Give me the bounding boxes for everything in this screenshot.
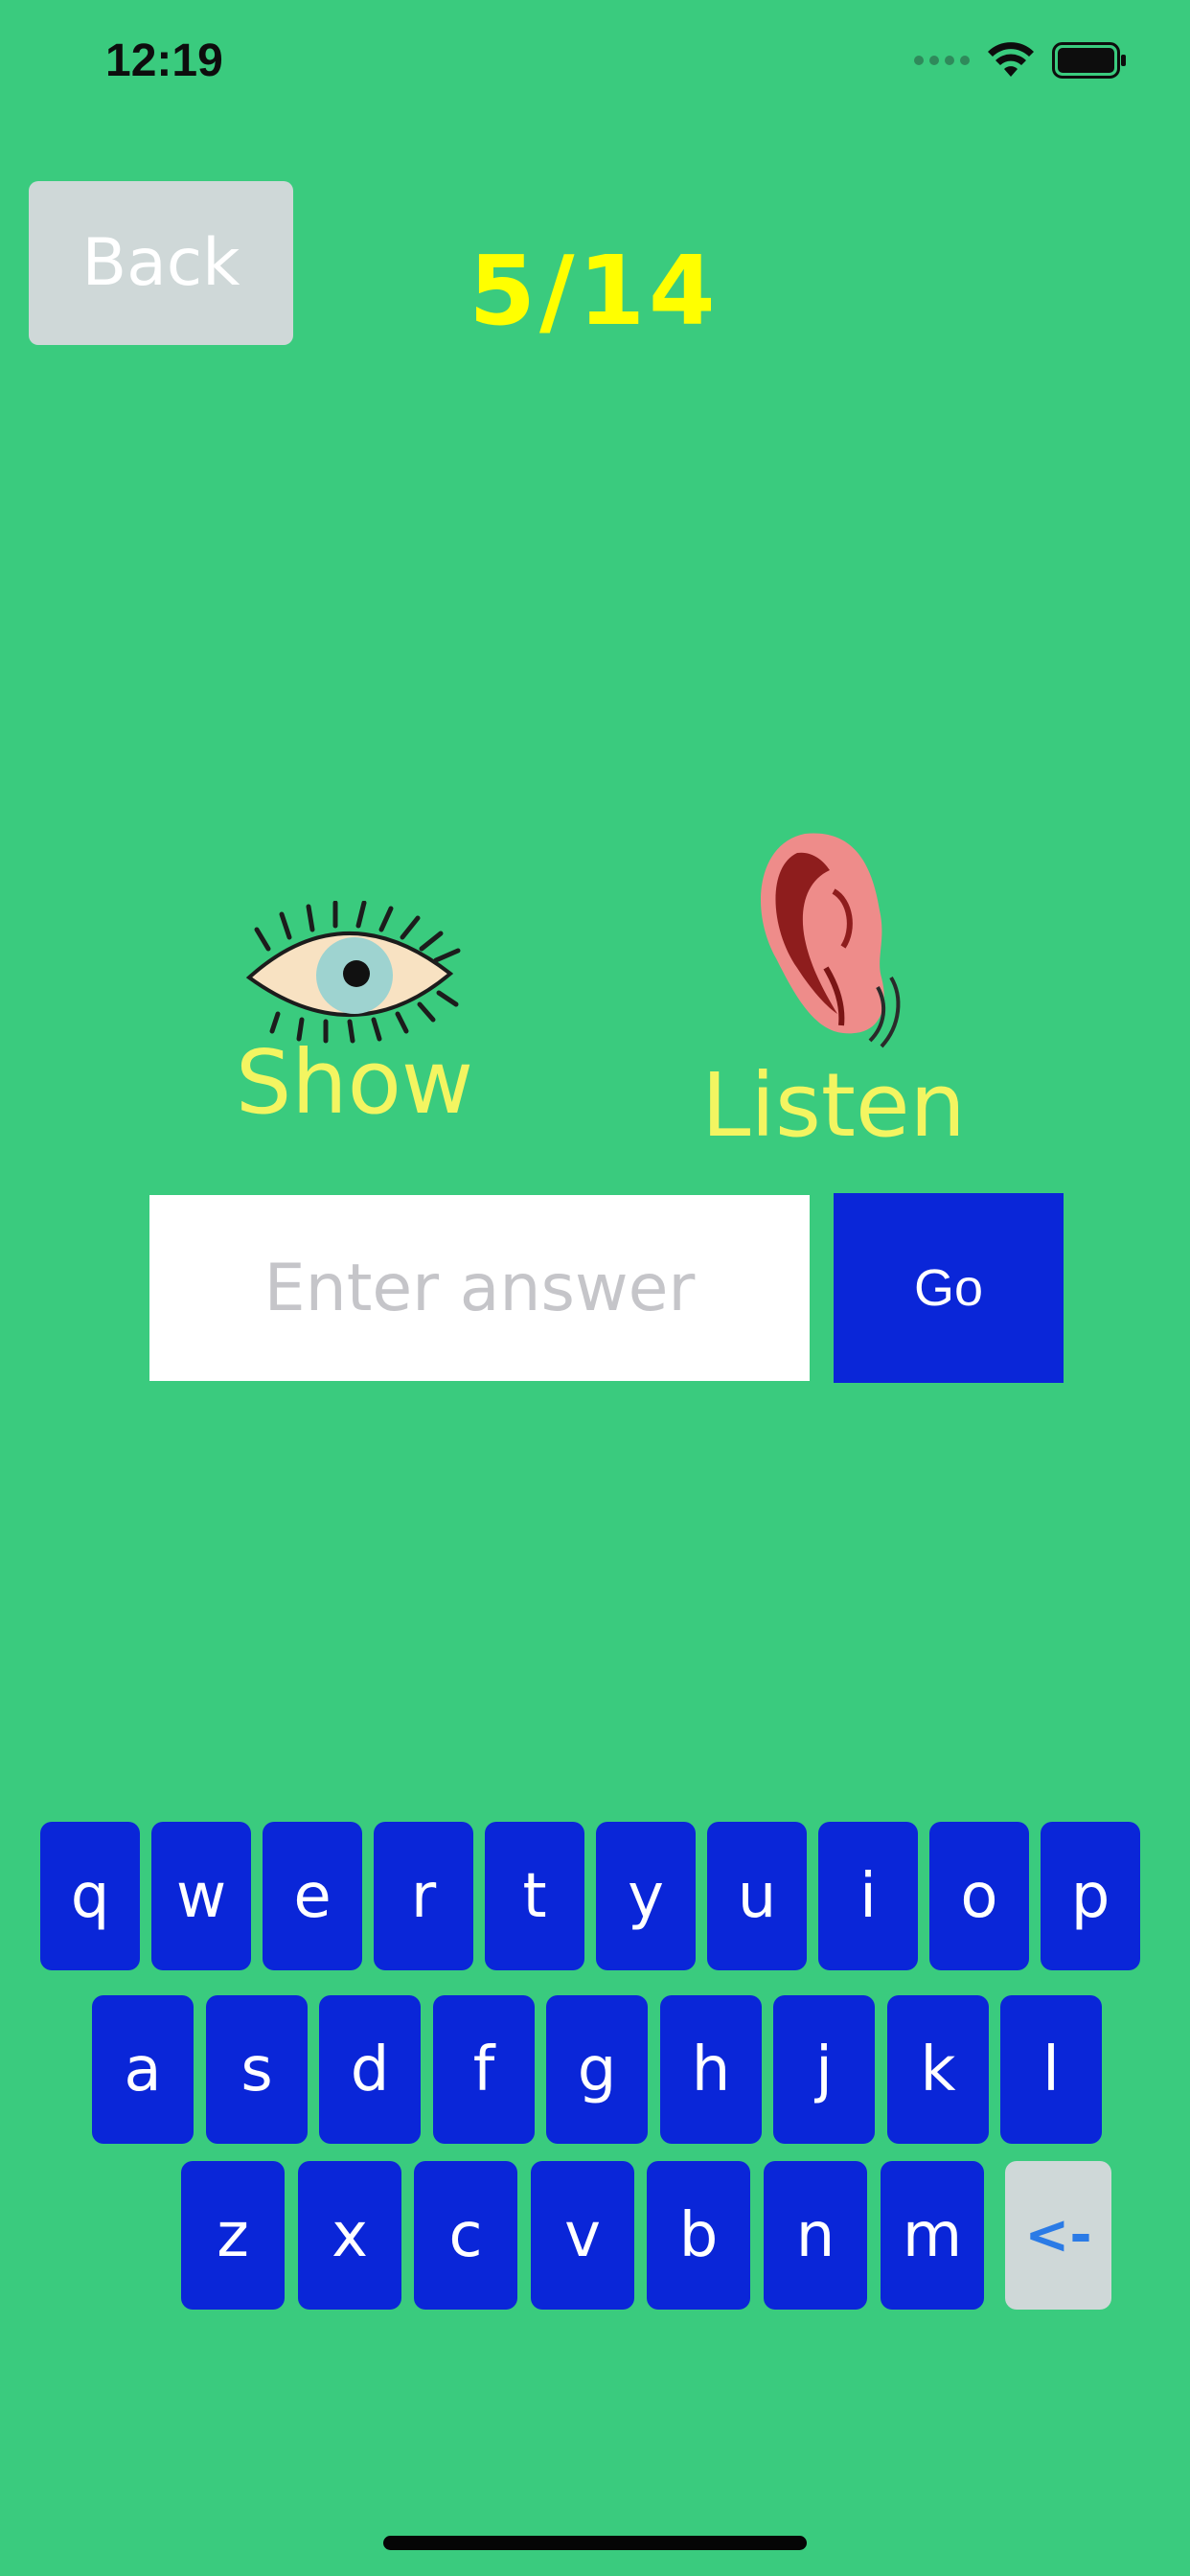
status-time: 12:19	[105, 35, 223, 86]
key-f[interactable]: f	[433, 1995, 535, 2144]
key-i[interactable]: i	[818, 1822, 918, 1970]
back-button[interactable]: Back	[29, 181, 293, 345]
key-j[interactable]: j	[773, 1995, 875, 2144]
key-k[interactable]: k	[887, 1995, 989, 2144]
listen-label: Listen	[701, 1054, 966, 1157]
wifi-icon	[988, 42, 1034, 77]
key-w[interactable]: w	[151, 1822, 251, 1970]
key-m[interactable]: m	[881, 2161, 984, 2310]
show-option[interactable]: Show	[211, 901, 498, 1127]
key-b[interactable]: b	[647, 2161, 750, 2310]
key-c[interactable]: c	[414, 2161, 517, 2310]
key-l[interactable]: l	[1000, 1995, 1102, 2144]
key-z[interactable]: z	[181, 2161, 285, 2310]
backspace-key[interactable]: <-	[1005, 2161, 1111, 2310]
app-screen: 12:19 Back 5/14 Show Listen Enter answer…	[0, 0, 1190, 2576]
listen-option[interactable]: Listen	[690, 824, 977, 1150]
key-e[interactable]: e	[263, 1822, 362, 1970]
key-v[interactable]: v	[531, 2161, 634, 2310]
status-icons	[914, 42, 1127, 79]
key-g[interactable]: g	[546, 1995, 648, 2144]
go-button[interactable]: Go	[834, 1193, 1064, 1383]
key-h[interactable]: h	[660, 1995, 762, 2144]
ear-icon	[761, 833, 901, 1048]
key-a[interactable]: a	[92, 1995, 194, 2144]
key-r[interactable]: r	[374, 1822, 473, 1970]
key-q[interactable]: q	[40, 1822, 140, 1970]
battery-icon	[1052, 42, 1126, 79]
cellular-signal-icon	[914, 56, 970, 65]
progress-counter: 5/14	[469, 235, 720, 347]
key-x[interactable]: x	[298, 2161, 401, 2310]
key-u[interactable]: u	[707, 1822, 807, 1970]
answer-input[interactable]	[149, 1195, 810, 1381]
key-d[interactable]: d	[319, 1995, 421, 2144]
key-n[interactable]: n	[764, 2161, 867, 2310]
key-s[interactable]: s	[206, 1995, 308, 2144]
home-indicator[interactable]	[383, 2536, 807, 2550]
key-p[interactable]: p	[1041, 1822, 1140, 1970]
show-label: Show	[235, 1031, 474, 1134]
key-y[interactable]: y	[596, 1822, 696, 1970]
eye-icon	[245, 901, 461, 1044]
key-t[interactable]: t	[485, 1822, 584, 1970]
key-o[interactable]: o	[929, 1822, 1029, 1970]
